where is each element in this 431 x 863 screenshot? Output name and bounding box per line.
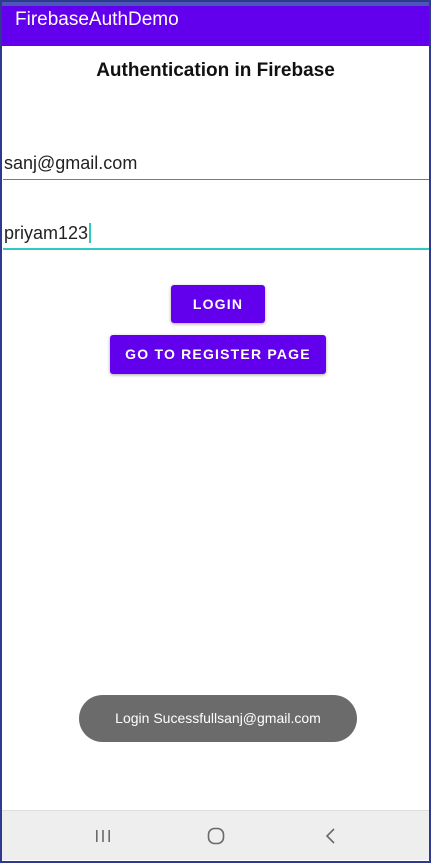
toast-message: Login Sucessfullsanj@gmail.com bbox=[79, 695, 357, 742]
email-field[interactable]: sanj@gmail.com bbox=[3, 150, 431, 180]
recents-icon bbox=[96, 830, 110, 842]
text-cursor bbox=[89, 223, 92, 243]
app-title: FirebaseAuthDemo bbox=[15, 9, 179, 30]
recents-button[interactable] bbox=[83, 821, 123, 851]
login-button[interactable]: LOGIN bbox=[171, 285, 265, 323]
email-field-value: sanj@gmail.com bbox=[4, 153, 138, 173]
password-field-value: priyam123 bbox=[4, 223, 89, 243]
go-to-register-button[interactable]: GO TO REGISTER PAGE bbox=[110, 335, 326, 374]
back-icon bbox=[325, 828, 335, 844]
page-heading: Authentication in Firebase bbox=[96, 60, 335, 81]
home-button[interactable] bbox=[196, 821, 236, 851]
app-bar: FirebaseAuthDemo bbox=[0, 0, 431, 46]
password-field[interactable]: priyam123 bbox=[3, 220, 431, 250]
home-icon bbox=[207, 827, 225, 845]
back-button[interactable] bbox=[311, 821, 351, 851]
system-nav-bar bbox=[0, 810, 431, 860]
